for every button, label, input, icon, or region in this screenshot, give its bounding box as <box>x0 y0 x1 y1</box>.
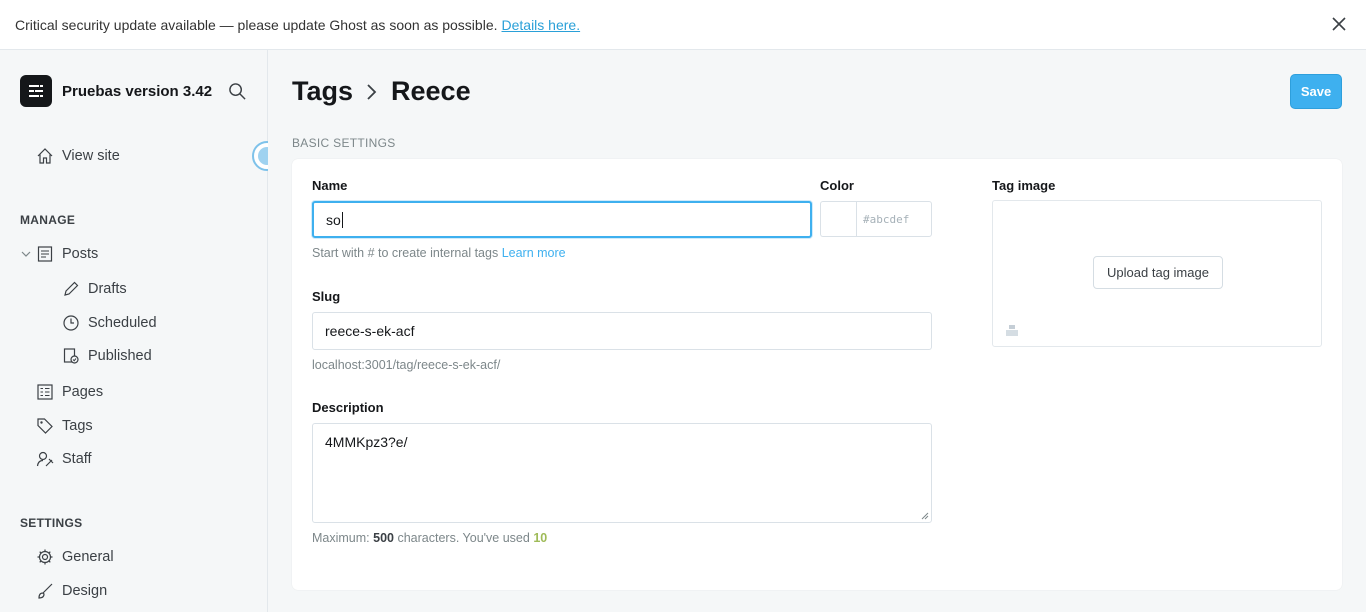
sidebar-item-pages[interactable]: Pages <box>36 383 103 401</box>
tag-icon <box>37 418 53 434</box>
chevron-right-icon <box>367 83 377 100</box>
published-icon <box>63 348 79 364</box>
description-hint: Maximum: 500 characters. You've used 10 <box>312 531 548 545</box>
learn-more-link[interactable]: Learn more <box>502 246 566 260</box>
main-content: Tags Reece Save BASIC SETTINGS Name so S… <box>268 50 1366 612</box>
pages-icon <box>37 384 53 400</box>
posts-icon <box>37 246 53 262</box>
breadcrumb-tags-link[interactable]: Tags <box>292 76 353 107</box>
name-label: Name <box>312 178 348 193</box>
ghost-logo-icon <box>20 75 52 107</box>
image-placeholder-icon <box>1006 325 1018 336</box>
description-textarea[interactable]: 4MMKpz3?e/ <box>312 423 932 523</box>
save-button[interactable]: Save <box>1290 74 1342 109</box>
sidebar-item-label: Staff <box>62 451 92 467</box>
brand[interactable]: Pruebas version 3.42 <box>20 75 212 107</box>
slug-input[interactable]: reece-s-ek-acf <box>312 312 932 350</box>
tag-image-label: Tag image <box>992 178 1056 193</box>
security-alert-banner: Critical security update available — ple… <box>0 0 1366 50</box>
resize-handle-icon[interactable] <box>921 512 929 520</box>
name-input[interactable]: so <box>312 201 812 238</box>
site-title: Pruebas version 3.42 <box>62 82 213 100</box>
sidebar-item-label: General <box>62 549 114 565</box>
sidebar-item-design[interactable]: Design <box>36 582 107 600</box>
pencil-icon <box>64 281 79 296</box>
sidebar-item-tags[interactable]: Tags <box>36 417 93 435</box>
home-icon <box>37 148 53 164</box>
tag-settings-card: Name so Start with # to create internal … <box>292 159 1342 590</box>
manage-section-label: MANAGE <box>20 213 76 227</box>
description-label: Description <box>312 400 384 415</box>
sidebar-item-general[interactable]: General <box>36 548 114 566</box>
upload-tag-image-button[interactable]: Upload tag image <box>1093 256 1223 289</box>
sidebar-item-staff[interactable]: Staff <box>36 450 92 468</box>
slug-url: localhost:3001/tag/reece-s-ek-acf/ <box>312 358 501 372</box>
settings-section-label: SETTINGS <box>20 516 83 530</box>
color-label: Color <box>820 178 854 193</box>
color-input[interactable]: #abcdef <box>856 201 932 237</box>
sidebar-item-posts[interactable]: Posts <box>36 245 98 263</box>
sidebar-item-label: Published <box>88 348 152 364</box>
sidebar-item-drafts[interactable]: Drafts <box>62 280 127 298</box>
alert-message: Critical security update available — ple… <box>15 16 498 33</box>
sidebar-item-label: Design <box>62 583 108 599</box>
gear-icon <box>37 549 53 565</box>
chevron-down-icon[interactable] <box>20 248 32 260</box>
sidebar-item-label: Pages <box>62 384 104 400</box>
brush-icon <box>38 583 53 599</box>
alert-details-link[interactable]: Details here. <box>502 17 581 33</box>
sidebar-item-label: Tags <box>62 418 93 434</box>
sidebar-item-published[interactable]: Published <box>62 347 152 365</box>
close-icon[interactable] <box>1330 15 1348 33</box>
sidebar-item-label: Posts <box>62 246 99 262</box>
sidebar-item-label: Scheduled <box>88 315 157 331</box>
clock-icon <box>63 315 79 331</box>
color-swatch[interactable] <box>820 201 856 237</box>
name-hint: Start with # to create internal tags Lea… <box>312 246 566 260</box>
view-site-link[interactable]: View site <box>36 147 120 165</box>
search-icon[interactable] <box>228 82 247 101</box>
staff-icon <box>36 451 54 467</box>
slug-label: Slug <box>312 289 341 304</box>
basic-settings-label: BASIC SETTINGS <box>292 136 396 150</box>
sidebar-item-scheduled[interactable]: Scheduled <box>62 314 157 332</box>
view-site-label: View site <box>62 148 120 164</box>
sidebar-item-label: Drafts <box>88 281 127 297</box>
sidebar: Pruebas version 3.42 View site MANAGE Po… <box>0 50 268 612</box>
tag-image-dropzone[interactable]: Upload tag image <box>992 200 1322 347</box>
page-title: Reece <box>391 76 471 106</box>
breadcrumb: Tags Reece <box>292 76 471 107</box>
